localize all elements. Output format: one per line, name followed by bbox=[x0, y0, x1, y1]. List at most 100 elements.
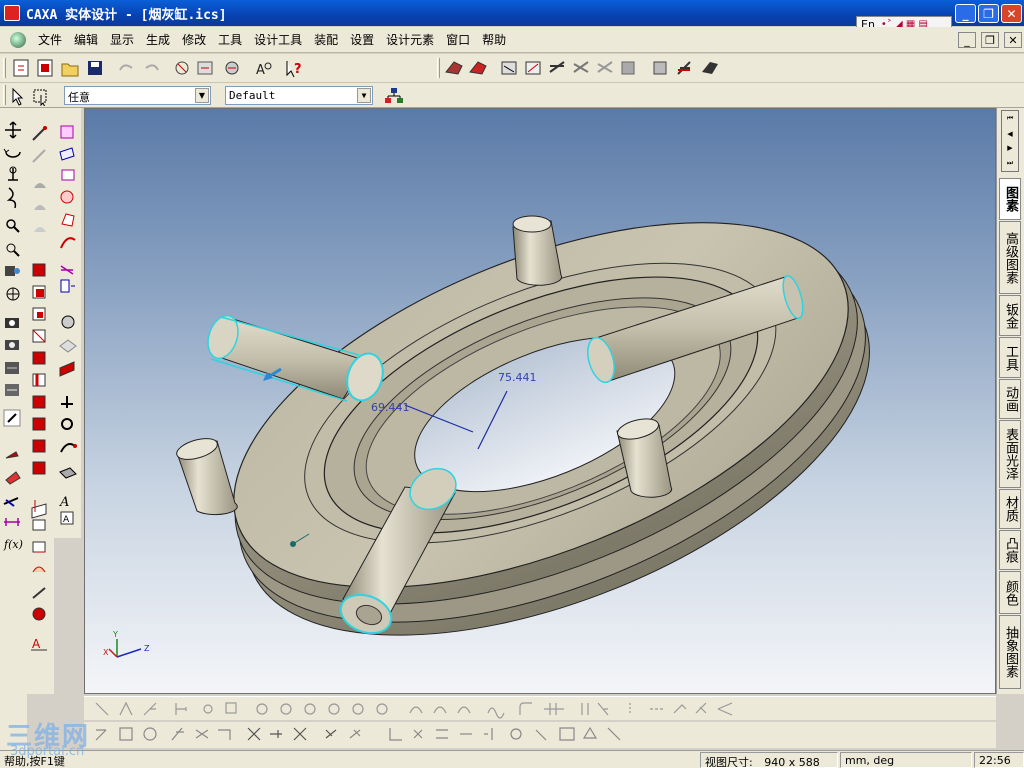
constraint-tool-icon[interactable] bbox=[695, 702, 707, 714]
scale-curve-icon[interactable] bbox=[171, 727, 184, 741]
menu-modify[interactable]: 修改 bbox=[176, 31, 212, 48]
surface-tool2-icon[interactable] bbox=[597, 61, 613, 73]
sketch-line-icon[interactable] bbox=[32, 541, 46, 553]
sketch-curve-icon[interactable] bbox=[32, 587, 46, 599]
filter-select[interactable]: 任意 ▼ bbox=[64, 86, 211, 105]
shape-edit3-icon[interactable] bbox=[61, 169, 75, 181]
support-post-left[interactable] bbox=[174, 435, 238, 516]
tab-surface-gloss[interactable]: 表面光泽 bbox=[999, 420, 1021, 488]
spline-tool-icon[interactable] bbox=[487, 707, 505, 719]
cut-curve-icon[interactable] bbox=[247, 727, 261, 741]
zoom-window-icon[interactable] bbox=[6, 243, 20, 257]
tab-sheet-metal[interactable]: 钣金 bbox=[999, 295, 1021, 336]
circle-tangent-icon[interactable] bbox=[328, 703, 340, 715]
menu-design-tools[interactable]: 设计工具 bbox=[248, 31, 308, 48]
circle-center-icon[interactable] bbox=[256, 703, 268, 715]
shape-edit-icon[interactable] bbox=[60, 125, 74, 139]
tab-color[interactable]: 颜色 bbox=[999, 571, 1021, 614]
paint-icon[interactable] bbox=[3, 409, 21, 427]
edge-tool-icon[interactable] bbox=[61, 396, 73, 408]
measure-icon[interactable] bbox=[3, 497, 19, 507]
shape-edit4-icon[interactable] bbox=[60, 190, 74, 204]
ellipse-tool-icon[interactable] bbox=[352, 703, 364, 715]
menu-design-elements[interactable]: 设计元素 bbox=[380, 31, 440, 48]
equal-constraint-icon[interactable] bbox=[484, 728, 493, 740]
style-select[interactable]: Default ▼ bbox=[225, 86, 373, 105]
sweep-tool-icon[interactable] bbox=[525, 61, 541, 75]
box-face-icon[interactable] bbox=[32, 351, 46, 365]
texture-icon[interactable] bbox=[5, 471, 21, 485]
redo-icon[interactable] bbox=[145, 64, 159, 71]
vertical-constraint-icon[interactable] bbox=[413, 729, 423, 739]
box-red4-icon[interactable] bbox=[32, 461, 46, 475]
render-icon[interactable] bbox=[225, 61, 239, 75]
dimension-label-1[interactable]: 69.441 bbox=[371, 401, 410, 414]
point-tool-icon[interactable] bbox=[203, 704, 213, 714]
chevron-down-icon[interactable]: ▼ bbox=[357, 88, 371, 103]
box-red3-icon[interactable] bbox=[32, 439, 46, 453]
doc-restore-button[interactable]: ❐ bbox=[981, 32, 999, 48]
shape-edit5-icon[interactable] bbox=[61, 213, 75, 227]
line-tool-icon[interactable] bbox=[95, 702, 109, 716]
tab-primitives[interactable]: 图素 bbox=[999, 178, 1021, 220]
new-file-icon[interactable] bbox=[13, 59, 29, 77]
save-icon[interactable] bbox=[88, 61, 102, 75]
arc-3pt-icon[interactable] bbox=[433, 706, 447, 714]
search-icon[interactable]: A bbox=[256, 62, 272, 78]
menu-window[interactable]: 窗口 bbox=[440, 31, 476, 48]
tab-next-button[interactable]: ▶ bbox=[1007, 144, 1012, 152]
minimize-button[interactable]: _ bbox=[955, 4, 976, 23]
polygon-tool-icon[interactable] bbox=[376, 703, 388, 715]
dimension-icon[interactable] bbox=[4, 518, 20, 526]
tab-prev-button[interactable]: ◀ bbox=[1007, 130, 1012, 138]
menu-tools[interactable]: 工具 bbox=[212, 31, 248, 48]
offset-tool-icon[interactable] bbox=[581, 703, 589, 715]
menu-generate[interactable]: 生成 bbox=[140, 31, 176, 48]
sketch-finish-icon[interactable] bbox=[349, 729, 361, 739]
face-tool2-icon[interactable] bbox=[59, 339, 77, 353]
face-tool-icon[interactable] bbox=[61, 315, 75, 329]
shape-edit6-icon[interactable] bbox=[60, 237, 76, 249]
pick2-icon[interactable] bbox=[32, 149, 46, 163]
circle-2pt-icon[interactable] bbox=[304, 703, 316, 715]
sketch-circle-icon[interactable] bbox=[32, 607, 46, 621]
revolve-tool-icon[interactable] bbox=[501, 61, 517, 75]
camera2-icon[interactable] bbox=[5, 340, 19, 350]
dolly-icon[interactable] bbox=[8, 166, 18, 181]
new-design-icon[interactable] bbox=[37, 59, 53, 77]
chevron-down-icon[interactable]: ▼ bbox=[195, 88, 209, 103]
extend-curve-icon[interactable] bbox=[293, 727, 307, 741]
formula-icon[interactable]: f(x) bbox=[3, 538, 23, 551]
menu-edit[interactable]: 编辑 bbox=[68, 31, 104, 48]
tab-first-button[interactable]: ⏮ bbox=[1007, 114, 1013, 123]
shape-edit2-icon[interactable] bbox=[59, 147, 75, 161]
view-settings-icon[interactable] bbox=[197, 61, 213, 75]
menu-file[interactable]: 文件 bbox=[32, 31, 68, 48]
tab-emboss[interactable]: 凸痕 bbox=[999, 530, 1021, 570]
open-folder-icon[interactable] bbox=[61, 63, 79, 77]
shape-edit7-icon[interactable] bbox=[60, 265, 74, 275]
doc-close-button[interactable]: ✕ bbox=[1004, 32, 1022, 48]
fix-constraint-icon[interactable] bbox=[559, 727, 575, 741]
close-button[interactable]: ✕ bbox=[1001, 4, 1022, 23]
parallel-constraint-icon[interactable] bbox=[436, 729, 448, 739]
arc-tangent-icon[interactable] bbox=[457, 706, 471, 714]
trim-tool-icon[interactable] bbox=[544, 703, 564, 715]
orbit-icon[interactable] bbox=[3, 148, 21, 158]
text-edit2-icon[interactable]: A bbox=[60, 511, 74, 525]
edge-tool3-icon[interactable] bbox=[60, 443, 77, 453]
box-solid-icon[interactable] bbox=[32, 263, 46, 277]
context-help-icon[interactable]: ? bbox=[286, 61, 302, 78]
light2-icon[interactable] bbox=[5, 384, 19, 396]
break-curve-icon[interactable] bbox=[270, 730, 282, 738]
extrude-tool-icon[interactable] bbox=[469, 61, 487, 75]
delete-constraint-icon[interactable] bbox=[607, 727, 621, 741]
rotate-curve-icon[interactable] bbox=[143, 727, 157, 741]
shell-tool-icon[interactable] bbox=[621, 61, 635, 75]
tab-advanced-primitives[interactable]: 高级图素 bbox=[999, 221, 1021, 294]
tab-animation[interactable]: 动画 bbox=[999, 379, 1021, 419]
arc-tool-icon[interactable] bbox=[409, 706, 423, 714]
face-tool3-icon[interactable] bbox=[59, 361, 75, 377]
sketch-plane-icon[interactable] bbox=[31, 500, 47, 519]
zoom-icon[interactable] bbox=[6, 219, 20, 233]
